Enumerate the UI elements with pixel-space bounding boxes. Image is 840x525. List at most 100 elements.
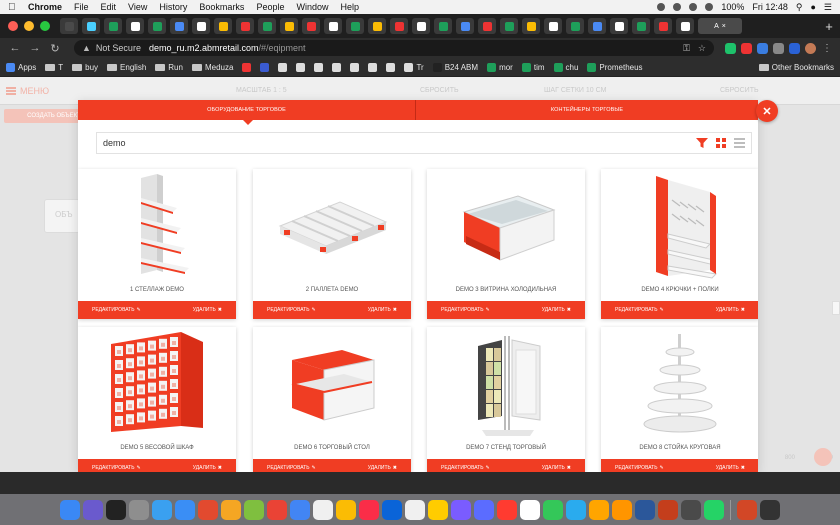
forward-arrow-icon[interactable]: →	[28, 42, 42, 54]
pallet-icon[interactable]	[253, 169, 411, 283]
active-browser-tab[interactable]: A ×	[698, 18, 742, 34]
bookmark-item[interactable]: buy	[72, 63, 98, 72]
profile-avatar[interactable]	[805, 42, 816, 54]
dock-app-icon[interactable]	[681, 499, 701, 520]
key-icon[interactable]: ⚿	[683, 43, 690, 54]
browser-tab[interactable]	[60, 18, 78, 34]
browser-tab[interactable]	[412, 18, 430, 34]
sync-icon[interactable]	[689, 3, 698, 11]
delete-button[interactable]: УДАЛИТЬ ✖	[716, 307, 745, 313]
reload-icon[interactable]: ↻	[48, 42, 62, 55]
product-card[interactable]: DEMO 6 ТОРГОВЫЙ СТОЛ РЕДАКТИРОВАТЬ ✎ УДАЛИТ…	[253, 327, 411, 472]
browser-tab[interactable]	[610, 18, 628, 34]
bookmark-item[interactable]: English	[107, 63, 146, 72]
edit-button[interactable]: РЕДАКТИРОВАТЬ ✎	[441, 307, 490, 313]
siri-icon[interactable]: ●	[810, 2, 815, 12]
close-window-icon[interactable]	[8, 21, 18, 31]
product-card[interactable]: DEMO 5 ВЕСОВОЙ ШКАФ РЕДАКТИРОВАТЬ ✎ УДАЛИТЬ…	[78, 327, 236, 472]
bookmark-item[interactable]	[260, 62, 270, 72]
search-icon[interactable]: ⚲	[796, 2, 803, 13]
product-card[interactable]: DEMO 3 ВИТРИНА ХОЛОДИЛЬНАЯ РЕДАКТИРОВАТЬ ✎…	[427, 169, 585, 319]
minimize-window-icon[interactable]	[24, 21, 34, 31]
menu-app-name[interactable]: Chrome	[28, 2, 62, 12]
browser-tab[interactable]	[522, 18, 540, 34]
refrigerated-display-icon[interactable]	[427, 169, 585, 283]
browser-tab[interactable]	[456, 18, 474, 34]
close-modal-button[interactable]: ✕	[756, 100, 778, 122]
delete-button[interactable]: УДАЛИТЬ ✖	[193, 465, 222, 471]
bookmark-item[interactable]	[314, 62, 324, 72]
dock-app-icon[interactable]	[336, 499, 356, 520]
dock-app-icon[interactable]	[175, 499, 195, 520]
canvas-action-button[interactable]	[814, 448, 832, 466]
browser-tab[interactable]	[544, 18, 562, 34]
other-bookmarks[interactable]: Other Bookmarks	[758, 63, 834, 72]
sales-table-icon[interactable]	[253, 327, 411, 441]
bookmark-item[interactable]: Prometheus	[587, 62, 643, 72]
bookmark-item[interactable]: Apps	[6, 62, 36, 72]
app-menu-button[interactable]: МЕНЮ	[6, 86, 49, 96]
battery-percent[interactable]: 100%	[721, 2, 744, 12]
product-card[interactable]: 2 ПАЛЛЕТА DEMO РЕДАКТИРОВАТЬ ✎ УДАЛИТЬ ✖	[253, 169, 411, 319]
dock-app-icon[interactable]	[589, 499, 609, 520]
list-view-icon[interactable]	[734, 138, 745, 148]
dock-app-icon[interactable]	[543, 499, 563, 520]
dock-app-icon[interactable]	[60, 499, 80, 520]
delete-button[interactable]: УДАЛИТЬ ✖	[542, 307, 571, 313]
extension-icon[interactable]	[757, 42, 768, 54]
extension-icon[interactable]	[725, 42, 736, 54]
bookmark-item[interactable]	[368, 62, 378, 72]
delete-button[interactable]: УДАЛИТЬ ✖	[368, 465, 397, 471]
delete-button[interactable]: УДАЛИТЬ ✖	[368, 307, 397, 313]
edit-button[interactable]: РЕДАКТИРОВАТЬ ✎	[92, 307, 141, 313]
bookmark-item[interactable]: B24 ABM	[432, 62, 478, 72]
dock-app-icon[interactable]	[760, 499, 780, 520]
browser-tab[interactable]	[676, 18, 694, 34]
reset-grid-hint[interactable]: СБРОСИТЬ	[720, 87, 759, 94]
dock-app-icon[interactable]	[221, 499, 241, 520]
bookmark-item[interactable]: mor	[487, 62, 513, 72]
menu-history[interactable]: History	[159, 2, 187, 12]
edit-button[interactable]: РЕДАКТИРОВАТЬ ✎	[92, 465, 141, 471]
bookmark-item[interactable]: tim	[521, 62, 545, 72]
bookmark-item[interactable]	[296, 62, 306, 72]
browser-tab[interactable]	[654, 18, 672, 34]
filter-icon[interactable]	[696, 138, 708, 148]
bookmark-item[interactable]: Meduza	[191, 63, 233, 72]
extension-icon[interactable]	[773, 42, 784, 54]
dock-app-icon[interactable]	[106, 499, 126, 520]
wifi-icon[interactable]	[705, 3, 714, 11]
dock-app-icon[interactable]	[704, 499, 724, 520]
browser-tab[interactable]	[170, 18, 188, 34]
dock-app-icon[interactable]	[152, 499, 172, 520]
browser-tab[interactable]	[478, 18, 496, 34]
bookmark-item[interactable]: chu	[553, 62, 578, 72]
close-tab-icon[interactable]: ×	[722, 23, 726, 30]
dock-app-icon[interactable]	[497, 499, 517, 520]
dock-app-icon[interactable]	[359, 499, 379, 520]
back-arrow-icon[interactable]: ←	[8, 42, 22, 54]
apple-menu-icon[interactable]: 	[8, 2, 18, 13]
browser-tab[interactable]	[148, 18, 166, 34]
menu-people[interactable]: People	[256, 2, 284, 12]
extension-icon[interactable]	[741, 42, 752, 54]
edit-button[interactable]: РЕДАКТИРОВАТЬ ✎	[615, 465, 664, 471]
browser-tab[interactable]	[126, 18, 144, 34]
edit-button[interactable]: РЕДАКТИРОВАТЬ ✎	[441, 465, 490, 471]
address-bar[interactable]: ▲ Not Secure demo_ru.m2.abmretail.com /#…	[74, 40, 714, 56]
dock-app-icon[interactable]	[428, 499, 448, 520]
bookmark-item[interactable]	[278, 62, 288, 72]
dock-app-icon[interactable]	[382, 499, 402, 520]
menu-bookmarks[interactable]: Bookmarks	[199, 2, 244, 12]
browser-tab[interactable]	[632, 18, 650, 34]
dock-app-icon[interactable]	[405, 499, 425, 520]
dock-app-icon[interactable]	[635, 499, 655, 520]
dock-app-icon[interactable]	[658, 499, 678, 520]
bookmark-item[interactable]: Run	[155, 63, 183, 72]
browser-tab[interactable]	[588, 18, 606, 34]
dock-app-icon[interactable]	[566, 499, 586, 520]
bookmark-item[interactable]	[242, 62, 252, 72]
clock[interactable]: Fri 12:48	[752, 2, 788, 12]
bookmark-item[interactable]: T	[45, 63, 63, 72]
browser-tab[interactable]	[324, 18, 342, 34]
